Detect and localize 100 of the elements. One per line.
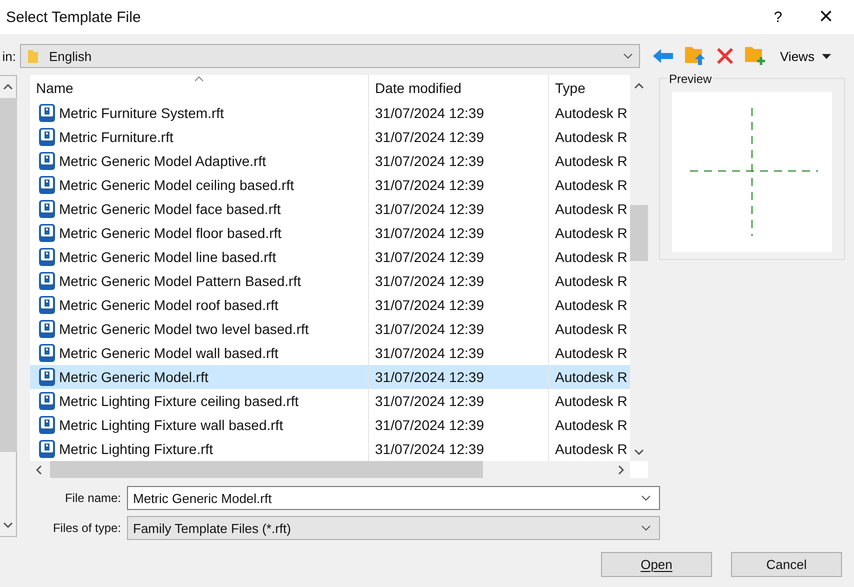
type-text: Autodesk R bbox=[555, 129, 628, 145]
scroll-left-icon[interactable] bbox=[36, 464, 42, 474]
scroll-thumb[interactable] bbox=[50, 461, 483, 478]
date-text: 31/07/2024 12:39 bbox=[375, 393, 484, 409]
new-folder-icon[interactable] bbox=[744, 46, 766, 66]
type-text: Autodesk R bbox=[555, 345, 628, 361]
type-text: Autodesk R bbox=[555, 393, 628, 409]
file-row[interactable]: Metric Generic Model roof based.rft 31/07/2024 12:39 Autodesk R bbox=[30, 293, 630, 317]
open-button[interactable]: Open bbox=[601, 552, 712, 577]
template-file-icon bbox=[38, 343, 56, 363]
type-text: Autodesk R bbox=[555, 321, 628, 337]
type-text: Autodesk R bbox=[555, 225, 628, 241]
date-text: 31/07/2024 12:39 bbox=[375, 129, 484, 145]
template-file-icon bbox=[38, 199, 56, 219]
file-row[interactable]: Metric Generic Model line based.rft 31/07/2024 12:39 Autodesk R bbox=[30, 245, 630, 269]
file-row[interactable]: Metric Furniture.rft 31/07/2024 12:39 Autodesk R bbox=[30, 125, 630, 149]
file-row[interactable]: Metric Generic Model Pattern Based.rft 31/07/2024 12:39 Autodesk R bbox=[30, 269, 630, 293]
window-title: Select Template File bbox=[6, 8, 141, 26]
file-name: Metric Generic Model roof based.rft bbox=[59, 297, 278, 313]
file-name: Metric Generic Model two level based.rft bbox=[59, 321, 309, 337]
type-text: Autodesk R bbox=[555, 249, 628, 265]
file-row[interactable]: Metric Lighting Fixture wall based.rft 31/07/2024 12:39 Autodesk R bbox=[30, 413, 630, 437]
scroll-down-icon[interactable] bbox=[634, 449, 644, 455]
date-text: 31/07/2024 12:39 bbox=[375, 369, 484, 385]
scroll-up-icon[interactable] bbox=[3, 84, 13, 90]
date-text: 31/07/2024 12:39 bbox=[375, 273, 484, 289]
type-text: Autodesk R bbox=[555, 417, 628, 433]
date-text: 31/07/2024 12:39 bbox=[375, 417, 484, 433]
template-file-icon bbox=[38, 271, 56, 291]
folder-up-icon[interactable] bbox=[684, 46, 706, 66]
file-row[interactable]: Metric Generic Model floor based.rft 31/07/2024 12:39 Autodesk R bbox=[30, 221, 630, 245]
file-name: Metric Generic Model face based.rft bbox=[59, 201, 281, 217]
file-type-label: Files of type: bbox=[52, 521, 122, 535]
date-text: 31/07/2024 12:39 bbox=[375, 297, 484, 313]
close-button[interactable]: × bbox=[806, 3, 846, 31]
file-name: Metric Generic Model ceiling based.rft bbox=[59, 177, 294, 193]
date-text: 31/07/2024 12:39 bbox=[375, 105, 484, 121]
scroll-thumb[interactable] bbox=[0, 98, 16, 452]
template-file-icon bbox=[38, 127, 56, 147]
date-text: 31/07/2024 12:39 bbox=[375, 177, 484, 193]
type-text: Autodesk R bbox=[555, 105, 628, 121]
scroll-up-icon[interactable] bbox=[634, 83, 644, 89]
caret-icon bbox=[822, 54, 832, 58]
file-name: Metric Generic Model Pattern Based.rft bbox=[59, 273, 301, 289]
scroll-right-icon[interactable] bbox=[618, 464, 624, 474]
date-text: 31/07/2024 12:39 bbox=[375, 201, 484, 217]
template-file-icon bbox=[38, 319, 56, 339]
type-text: Autodesk R bbox=[555, 441, 628, 457]
file-name: Metric Generic Model wall based.rft bbox=[59, 345, 278, 361]
template-file-icon bbox=[38, 151, 56, 171]
look-in-label: in: bbox=[1, 48, 17, 64]
template-file-icon bbox=[38, 295, 56, 315]
file-row[interactable]: Metric Generic Model.rft 31/07/2024 12:39 Autodesk R bbox=[30, 365, 630, 389]
column-header[interactable]: Date modified bbox=[369, 75, 549, 101]
date-text: 31/07/2024 12:39 bbox=[375, 441, 484, 457]
template-file-icon bbox=[38, 391, 56, 411]
template-file-icon bbox=[38, 247, 56, 267]
file-type-dropdown[interactable]: Family Template Files (*.rft) bbox=[127, 516, 660, 540]
file-row[interactable]: Metric Generic Model face based.rft 31/07/2024 12:39 Autodesk R bbox=[30, 197, 630, 221]
file-name: Metric Furniture System.rft bbox=[59, 105, 224, 121]
type-text: Autodesk R bbox=[555, 201, 628, 217]
scroll-down-icon[interactable] bbox=[3, 522, 13, 528]
date-text: 31/07/2024 12:39 bbox=[375, 321, 484, 337]
type-text: Autodesk R bbox=[555, 297, 628, 313]
horizontal-scrollbar[interactable] bbox=[30, 461, 630, 478]
scroll-thumb[interactable] bbox=[630, 205, 648, 261]
file-name: Metric Generic Model line based.rft bbox=[59, 249, 276, 265]
delete-icon[interactable] bbox=[716, 47, 734, 65]
places-scrollbar[interactable] bbox=[0, 75, 17, 537]
date-text: 31/07/2024 12:39 bbox=[375, 225, 484, 241]
cancel-button[interactable]: Cancel bbox=[731, 552, 842, 577]
column-header[interactable]: Name bbox=[30, 75, 369, 101]
date-text: 31/07/2024 12:39 bbox=[375, 345, 484, 361]
file-row[interactable]: Metric Generic Model Adaptive.rft 31/07/2024 12:39 Autodesk R bbox=[30, 149, 630, 173]
folder-icon bbox=[27, 48, 39, 64]
type-text: Autodesk R bbox=[555, 153, 628, 169]
caret-icon bbox=[641, 495, 651, 501]
file-name: Metric Lighting Fixture.rft bbox=[59, 441, 214, 457]
views-button[interactable]: Views bbox=[776, 48, 832, 64]
type-text: Autodesk R bbox=[555, 177, 628, 193]
column-header[interactable]: Type bbox=[549, 75, 630, 101]
file-name: Metric Lighting Fixture wall based.rft bbox=[59, 417, 284, 433]
file-name-label: File name: bbox=[64, 491, 122, 505]
date-text: 31/07/2024 12:39 bbox=[375, 153, 484, 169]
file-row[interactable]: Metric Furniture System.rft 31/07/2024 12:39 Autodesk R bbox=[30, 101, 630, 125]
help-button[interactable]: ? bbox=[758, 3, 798, 31]
file-name: Metric Generic Model floor based.rft bbox=[59, 225, 282, 241]
back-arrow-icon[interactable] bbox=[652, 48, 674, 64]
caret-icon bbox=[623, 53, 633, 59]
file-row[interactable]: Metric Lighting Fixture ceiling based.rft 31/07/2024 12:39 Autodesk R bbox=[30, 389, 630, 413]
file-row[interactable]: Metric Generic Model ceiling based.rft 31/07/2024 12:39 Autodesk R bbox=[30, 173, 630, 197]
template-file-icon bbox=[38, 415, 56, 435]
file-name: Metric Lighting Fixture ceiling based.rft bbox=[59, 393, 299, 409]
look-in-dropdown[interactable]: English bbox=[20, 44, 640, 68]
preview-label: Preview bbox=[668, 72, 713, 86]
template-file-icon bbox=[38, 439, 56, 459]
file-name-field[interactable]: Metric Generic Model.rft bbox=[127, 486, 660, 510]
file-row[interactable]: Metric Generic Model two level based.rft 31/07/2024 12:39 Autodesk R bbox=[30, 317, 630, 341]
date-text: 31/07/2024 12:39 bbox=[375, 249, 484, 265]
file-name: Metric Furniture.rft bbox=[59, 129, 174, 145]
